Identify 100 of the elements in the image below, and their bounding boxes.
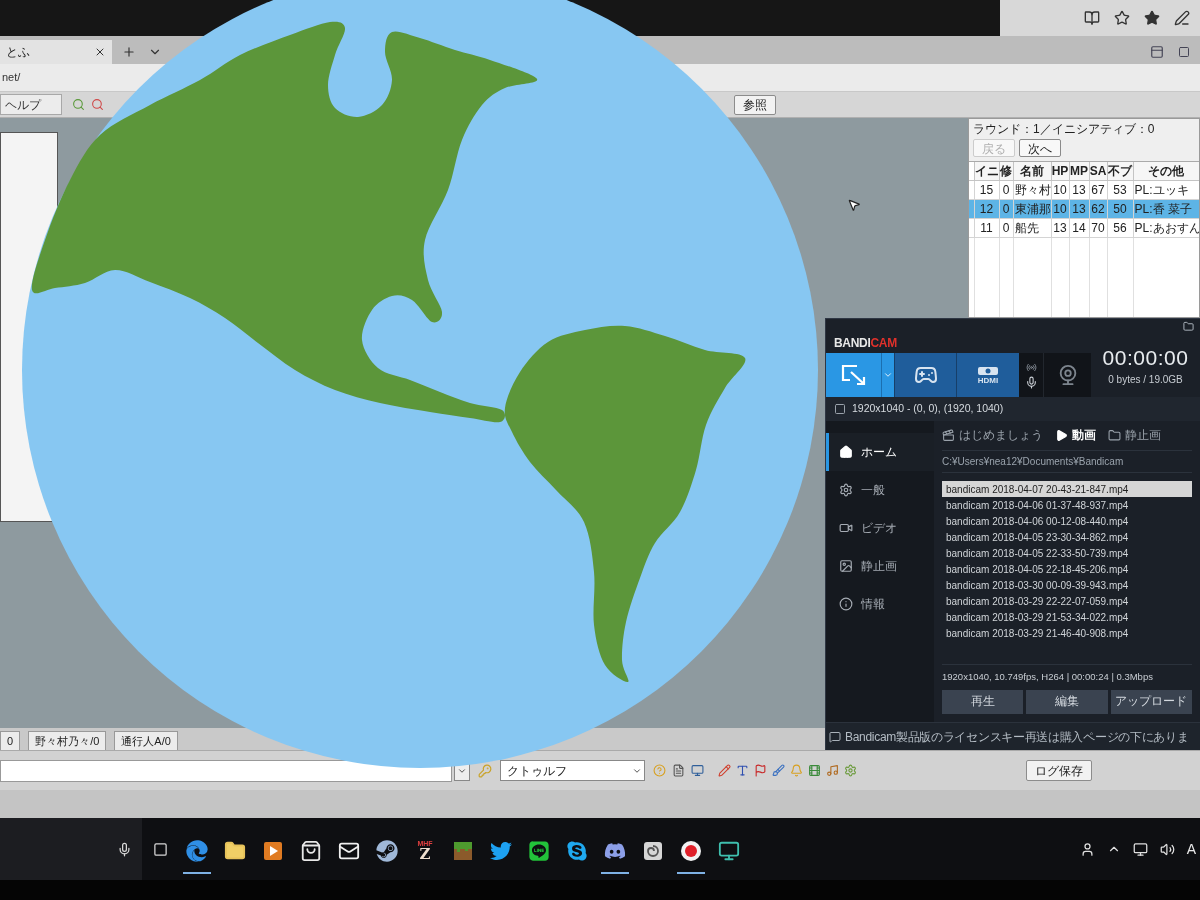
save-log-button[interactable]: ログ保存 <box>1026 760 1092 781</box>
monitor-icon[interactable] <box>1132 841 1148 857</box>
mic-icon <box>117 841 132 857</box>
folder-path-text: C:¥Users¥nea12¥Documents¥Bandicam <box>942 455 1124 469</box>
file-size-text: 0 bytes / 19.0GB <box>1108 373 1183 387</box>
content-tab[interactable]: 動画 <box>1055 426 1096 445</box>
search-icon[interactable] <box>91 98 104 111</box>
signal-icon[interactable] <box>1025 361 1037 373</box>
folder-icon <box>224 840 246 862</box>
selection-square-icon[interactable] <box>834 403 846 415</box>
steam-icon <box>376 840 398 862</box>
film-icon[interactable] <box>808 764 821 777</box>
table-cell: 10 <box>1051 180 1069 200</box>
play-tile-icon <box>263 841 283 861</box>
letter-t-icon[interactable] <box>736 764 749 777</box>
column-header[interactable]: MP <box>1069 162 1089 181</box>
device-icon <box>977 365 999 376</box>
pencil-icon[interactable] <box>718 764 731 777</box>
action-button[interactable]: 編集 <box>1026 690 1108 714</box>
square-icon[interactable] <box>1178 46 1190 58</box>
browser-icon <box>186 840 208 862</box>
table-cell: 10 <box>1051 199 1069 219</box>
close-icon[interactable] <box>94 46 106 58</box>
chat-tab[interactable]: 通行人A/0 <box>114 731 178 750</box>
table-cell: 12 <box>974 199 999 219</box>
plus-icon[interactable] <box>122 45 136 59</box>
mode-button[interactable] <box>826 353 881 397</box>
music-icon[interactable] <box>826 764 839 777</box>
table-cell: 70 <box>1089 218 1107 238</box>
table-cell: PL:ユッキ <box>1133 180 1199 200</box>
info-icon <box>839 597 853 611</box>
play-icon <box>1055 429 1068 442</box>
table-cell: 67 <box>1089 180 1107 200</box>
envelope-icon <box>338 840 360 862</box>
mode-button[interactable] <box>894 353 956 397</box>
speech-bubble-icon <box>528 840 550 862</box>
round-status-text: ラウンド：1／イニシアティブ：0 <box>972 121 1156 137</box>
action-button[interactable]: 再生 <box>942 690 1024 714</box>
chat-tab[interactable]: 野々村乃々/0 <box>28 731 107 750</box>
mic-icon[interactable] <box>1024 375 1038 389</box>
window-button[interactable]: 次へ <box>1019 139 1061 157</box>
square-icon <box>152 841 168 857</box>
app-logo: BANDICAM <box>834 337 897 349</box>
timer-text: 00:00:00 <box>1102 347 1189 368</box>
table-cell: 15 <box>974 180 999 200</box>
chat-tab[interactable]: 0 <box>0 731 21 750</box>
table-cell: 62 <box>1089 199 1107 219</box>
sidebar-item[interactable]: ホーム <box>826 433 934 471</box>
table-cell: PL:あおすん <box>1133 218 1199 238</box>
mode-button[interactable]: HDMI <box>956 353 1019 397</box>
book-icon[interactable] <box>1084 10 1100 26</box>
flag-icon[interactable] <box>754 764 767 777</box>
column-header[interactable]: 名前 <box>1013 162 1051 181</box>
column-header[interactable]: その他 <box>1133 162 1199 181</box>
table-cell: 50 <box>1107 199 1133 219</box>
running-indicator <box>183 872 211 874</box>
swirl-icon <box>643 841 663 861</box>
table-cell: 13 <box>1051 218 1069 238</box>
content-tab[interactable]: 静止画 <box>1108 426 1161 445</box>
column-header[interactable]: イニ <box>974 162 999 181</box>
window-icon[interactable] <box>1150 45 1164 59</box>
webcam-button[interactable] <box>1043 353 1091 397</box>
gear-icon <box>839 483 853 497</box>
document-icon[interactable] <box>672 764 685 777</box>
picture-icon <box>839 559 853 573</box>
folder-icon[interactable] <box>1183 320 1194 332</box>
game-system-dropdown[interactable]: クトゥルフ <box>500 760 645 781</box>
table-cell: 14 <box>1069 218 1089 238</box>
monitor-icon <box>718 840 740 862</box>
file-list-item[interactable]: bandicam 2018-04-07 20-43-21-847.mp4 <box>942 481 1192 497</box>
home-icon <box>839 445 853 459</box>
video-info-text: 1920x1040, 10.749fps, H264 | 00:00:24 | 0.3Mbps <box>942 670 1153 685</box>
browser-tab[interactable]: とふ <box>0 40 112 64</box>
grass-block-icon <box>453 841 473 861</box>
notice-text[interactable]: Bandicam製品版のライセンスキー再送は購入ページの下にありま <box>845 727 1189 746</box>
star-icon[interactable] <box>1114 10 1130 26</box>
reference-button[interactable]: 参照 <box>734 94 776 115</box>
pen-icon[interactable] <box>1174 10 1190 26</box>
column-header[interactable]: 不ブ <box>1107 162 1133 181</box>
content-tab[interactable]: はじめましょう <box>942 426 1043 445</box>
table-cell: 船先 <box>1013 218 1051 238</box>
table-cell: 13 <box>1069 199 1089 219</box>
brush-icon[interactable] <box>772 764 785 777</box>
table-cell: PL:香 菜子 <box>1133 199 1199 219</box>
table-cell: 53 <box>1107 180 1133 200</box>
action-button[interactable]: アップロード <box>1110 690 1192 714</box>
speaker-icon[interactable] <box>1159 841 1175 857</box>
clapperboard-icon <box>942 429 955 442</box>
folder-icon <box>1108 429 1121 442</box>
person-icon[interactable] <box>1079 841 1095 857</box>
table-cell: 11 <box>974 218 999 238</box>
filled-star-icon[interactable] <box>1144 10 1160 26</box>
menu-tab[interactable]: ヘルプ <box>0 94 62 115</box>
table-cell: 0 <box>999 199 1013 219</box>
record-icon <box>680 840 702 862</box>
chat-input-field[interactable] <box>0 759 452 782</box>
running-indicator <box>601 872 629 874</box>
search-field[interactable] <box>0 818 142 880</box>
ime-indicator[interactable]: A <box>1186 838 1196 860</box>
table-cell: 56 <box>1107 218 1133 238</box>
